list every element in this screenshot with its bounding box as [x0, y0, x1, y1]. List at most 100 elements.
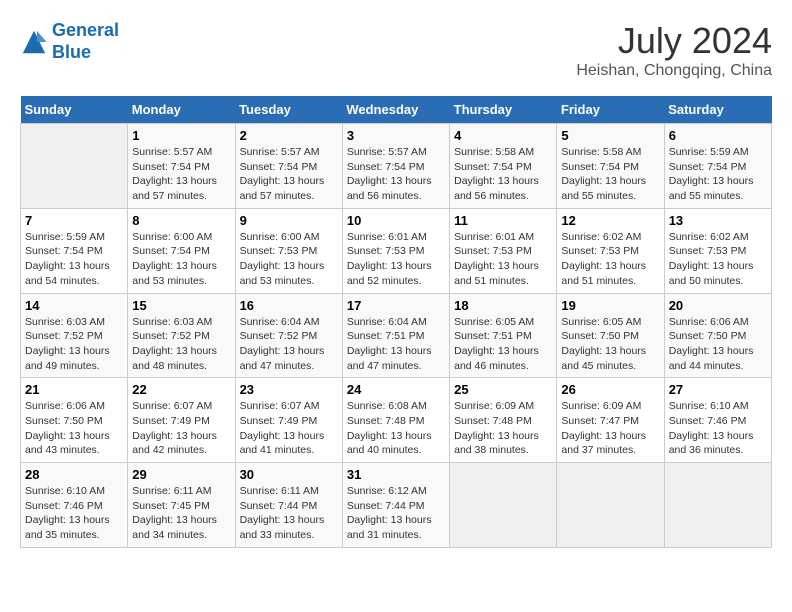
- day-info: Sunrise: 6:02 AM Sunset: 7:53 PM Dayligh…: [669, 230, 767, 289]
- day-number: 2: [240, 128, 338, 143]
- day-info: Sunrise: 6:06 AM Sunset: 7:50 PM Dayligh…: [25, 399, 123, 458]
- day-number: 17: [347, 298, 445, 313]
- day-cell: 9 Sunrise: 6:00 AM Sunset: 7:53 PM Daylig…: [235, 208, 342, 293]
- day-info: Sunrise: 5:58 AM Sunset: 7:54 PM Dayligh…: [561, 145, 659, 204]
- day-info: Sunrise: 6:00 AM Sunset: 7:53 PM Dayligh…: [240, 230, 338, 289]
- column-header-sunday: Sunday: [21, 96, 128, 124]
- main-title: July 2024: [576, 20, 772, 62]
- day-number: 19: [561, 298, 659, 313]
- week-row: 1 Sunrise: 5:57 AM Sunset: 7:54 PM Daylig…: [21, 124, 772, 209]
- column-header-tuesday: Tuesday: [235, 96, 342, 124]
- day-cell: [21, 124, 128, 209]
- day-cell: 4 Sunrise: 5:58 AM Sunset: 7:54 PM Daylig…: [450, 124, 557, 209]
- day-info: Sunrise: 6:04 AM Sunset: 7:52 PM Dayligh…: [240, 315, 338, 374]
- day-number: 25: [454, 382, 552, 397]
- day-number: 8: [132, 213, 230, 228]
- day-cell: 17 Sunrise: 6:04 AM Sunset: 7:51 PM Dayli…: [342, 293, 449, 378]
- day-number: 21: [25, 382, 123, 397]
- day-info: Sunrise: 6:10 AM Sunset: 7:46 PM Dayligh…: [669, 399, 767, 458]
- day-number: 24: [347, 382, 445, 397]
- day-info: Sunrise: 6:06 AM Sunset: 7:50 PM Dayligh…: [669, 315, 767, 374]
- day-info: Sunrise: 5:58 AM Sunset: 7:54 PM Dayligh…: [454, 145, 552, 204]
- logo-text: General Blue: [52, 20, 119, 63]
- day-number: 9: [240, 213, 338, 228]
- day-info: Sunrise: 5:59 AM Sunset: 7:54 PM Dayligh…: [669, 145, 767, 204]
- day-cell: 11 Sunrise: 6:01 AM Sunset: 7:53 PM Dayli…: [450, 208, 557, 293]
- calendar-table: SundayMondayTuesdayWednesdayThursdayFrid…: [20, 96, 772, 548]
- day-cell: 28 Sunrise: 6:10 AM Sunset: 7:46 PM Dayli…: [21, 463, 128, 548]
- day-cell: 2 Sunrise: 5:57 AM Sunset: 7:54 PM Daylig…: [235, 124, 342, 209]
- subtitle: Heishan, Chongqing, China: [576, 62, 772, 80]
- logo: General Blue: [20, 20, 119, 63]
- day-info: Sunrise: 6:01 AM Sunset: 7:53 PM Dayligh…: [347, 230, 445, 289]
- day-number: 12: [561, 213, 659, 228]
- day-cell: [664, 463, 771, 548]
- day-number: 4: [454, 128, 552, 143]
- title-block: July 2024 Heishan, Chongqing, China: [576, 20, 772, 80]
- day-cell: 22Sunrise: 6:07 AM Sunset: 7:49 PM Dayli…: [128, 378, 235, 463]
- day-number: 18: [454, 298, 552, 313]
- day-cell: [557, 463, 664, 548]
- day-cell: 10Sunrise: 6:01 AM Sunset: 7:53 PM Dayli…: [342, 208, 449, 293]
- day-number: 1: [132, 128, 230, 143]
- day-cell: 7 Sunrise: 5:59 AM Sunset: 7:54 PM Daylig…: [21, 208, 128, 293]
- day-cell: 31Sunrise: 6:12 AM Sunset: 7:44 PM Dayli…: [342, 463, 449, 548]
- week-row: 28 Sunrise: 6:10 AM Sunset: 7:46 PM Dayli…: [21, 463, 772, 548]
- day-info: Sunrise: 6:00 AM Sunset: 7:54 PM Dayligh…: [132, 230, 230, 289]
- day-cell: 18Sunrise: 6:05 AM Sunset: 7:51 PM Dayli…: [450, 293, 557, 378]
- day-cell: [450, 463, 557, 548]
- column-header-thursday: Thursday: [450, 96, 557, 124]
- day-info: Sunrise: 5:57 AM Sunset: 7:54 PM Dayligh…: [347, 145, 445, 204]
- day-number: 6: [669, 128, 767, 143]
- day-info: Sunrise: 6:07 AM Sunset: 7:49 PM Dayligh…: [132, 399, 230, 458]
- day-number: 30: [240, 467, 338, 482]
- column-header-monday: Monday: [128, 96, 235, 124]
- day-number: 7: [25, 213, 123, 228]
- day-number: 11: [454, 213, 552, 228]
- day-cell: 5 Sunrise: 5:58 AM Sunset: 7:54 PM Daylig…: [557, 124, 664, 209]
- day-cell: 16Sunrise: 6:04 AM Sunset: 7:52 PM Dayli…: [235, 293, 342, 378]
- page-header: General Blue July 2024 Heishan, Chongqin…: [20, 20, 772, 80]
- day-cell: 26 Sunrise: 6:09 AM Sunset: 7:47 PM Dayli…: [557, 378, 664, 463]
- logo-line1: General: [52, 20, 119, 40]
- day-cell: 30Sunrise: 6:11 AM Sunset: 7:44 PM Dayli…: [235, 463, 342, 548]
- day-info: Sunrise: 6:09 AM Sunset: 7:47 PM Dayligh…: [561, 399, 659, 458]
- day-cell: 20 Sunrise: 6:06 AM Sunset: 7:50 PM Dayli…: [664, 293, 771, 378]
- header-row: SundayMondayTuesdayWednesdayThursdayFrid…: [21, 96, 772, 124]
- week-row: 7 Sunrise: 5:59 AM Sunset: 7:54 PM Daylig…: [21, 208, 772, 293]
- day-info: Sunrise: 6:07 AM Sunset: 7:49 PM Dayligh…: [240, 399, 338, 458]
- day-info: Sunrise: 6:03 AM Sunset: 7:52 PM Dayligh…: [132, 315, 230, 374]
- day-info: Sunrise: 6:01 AM Sunset: 7:53 PM Dayligh…: [454, 230, 552, 289]
- day-number: 5: [561, 128, 659, 143]
- day-info: Sunrise: 5:59 AM Sunset: 7:54 PM Dayligh…: [25, 230, 123, 289]
- day-info: Sunrise: 6:10 AM Sunset: 7:46 PM Dayligh…: [25, 484, 123, 543]
- day-info: Sunrise: 6:09 AM Sunset: 7:48 PM Dayligh…: [454, 399, 552, 458]
- day-info: Sunrise: 6:11 AM Sunset: 7:45 PM Dayligh…: [132, 484, 230, 543]
- day-number: 13: [669, 213, 767, 228]
- day-number: 23: [240, 382, 338, 397]
- day-number: 28: [25, 467, 123, 482]
- day-info: Sunrise: 5:57 AM Sunset: 7:54 PM Dayligh…: [240, 145, 338, 204]
- day-cell: 24Sunrise: 6:08 AM Sunset: 7:48 PM Dayli…: [342, 378, 449, 463]
- day-info: Sunrise: 6:04 AM Sunset: 7:51 PM Dayligh…: [347, 315, 445, 374]
- day-number: 3: [347, 128, 445, 143]
- day-cell: 23 Sunrise: 6:07 AM Sunset: 7:49 PM Dayli…: [235, 378, 342, 463]
- day-number: 14: [25, 298, 123, 313]
- column-header-wednesday: Wednesday: [342, 96, 449, 124]
- day-number: 27: [669, 382, 767, 397]
- day-info: Sunrise: 6:02 AM Sunset: 7:53 PM Dayligh…: [561, 230, 659, 289]
- logo-icon: [20, 28, 48, 56]
- day-number: 20: [669, 298, 767, 313]
- day-info: Sunrise: 5:57 AM Sunset: 7:54 PM Dayligh…: [132, 145, 230, 204]
- day-cell: 27 Sunrise: 6:10 AM Sunset: 7:46 PM Dayli…: [664, 378, 771, 463]
- week-row: 21 Sunrise: 6:06 AM Sunset: 7:50 PM Dayli…: [21, 378, 772, 463]
- column-header-friday: Friday: [557, 96, 664, 124]
- day-cell: 6 Sunrise: 5:59 AM Sunset: 7:54 PM Daylig…: [664, 124, 771, 209]
- day-cell: 29Sunrise: 6:11 AM Sunset: 7:45 PM Dayli…: [128, 463, 235, 548]
- day-number: 26: [561, 382, 659, 397]
- column-header-saturday: Saturday: [664, 96, 771, 124]
- day-cell: 13 Sunrise: 6:02 AM Sunset: 7:53 PM Dayli…: [664, 208, 771, 293]
- day-cell: 12 Sunrise: 6:02 AM Sunset: 7:53 PM Dayli…: [557, 208, 664, 293]
- day-cell: 3 Sunrise: 5:57 AM Sunset: 7:54 PM Daylig…: [342, 124, 449, 209]
- day-cell: 15Sunrise: 6:03 AM Sunset: 7:52 PM Dayli…: [128, 293, 235, 378]
